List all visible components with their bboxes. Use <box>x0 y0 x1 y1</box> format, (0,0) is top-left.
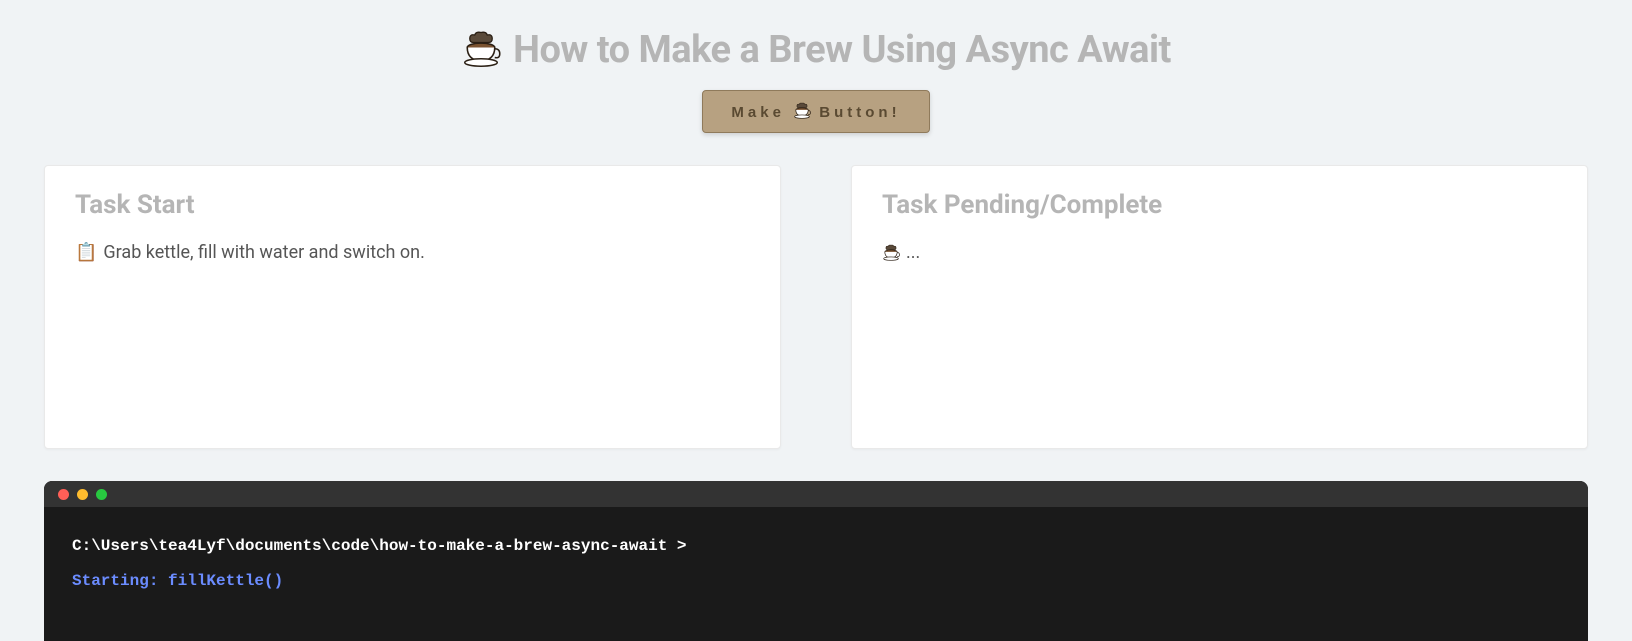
task-row: 📋 Grab kettle, fill with water and switc… <box>75 242 750 263</box>
coffee-icon <box>461 30 501 70</box>
terminal-window: C:\Users\tea4Lyf\documents\code\how-to-m… <box>44 481 1588 641</box>
clipboard-icon: 📋 <box>75 242 97 263</box>
task-text: ... <box>906 242 920 263</box>
page-header: How to Make a Brew Using Async Await Mak… <box>0 0 1632 133</box>
button-label-prefix: Make <box>731 104 785 121</box>
terminal-prompt: C:\Users\tea4Lyf\documents\code\how-to-m… <box>72 529 1560 564</box>
make-brew-button[interactable]: Make Button! <box>702 90 929 133</box>
minimize-icon[interactable] <box>77 489 88 500</box>
task-pending-panel[interactable]: Task Pending/Complete ... <box>851 165 1588 449</box>
panels-row: Task Start 📋 Grab kettle, fill with wate… <box>0 133 1632 449</box>
coffee-icon <box>882 244 900 262</box>
terminal-titlebar <box>44 481 1588 507</box>
panel-heading: Task Pending/Complete <box>882 190 1557 220</box>
task-text: Grab kettle, fill with water and switch … <box>103 242 424 263</box>
button-label-suffix: Button! <box>819 104 900 121</box>
title-row: How to Make a Brew Using Async Await <box>461 28 1171 72</box>
button-wrap: Make Button! <box>0 90 1632 133</box>
maximize-icon[interactable] <box>96 489 107 500</box>
coffee-icon <box>793 102 811 120</box>
close-icon[interactable] <box>58 489 69 500</box>
terminal-body[interactable]: C:\Users\tea4Lyf\documents\code\how-to-m… <box>44 507 1588 641</box>
task-row: ... <box>882 242 1557 263</box>
task-start-panel[interactable]: Task Start 📋 Grab kettle, fill with wate… <box>44 165 781 449</box>
panel-heading: Task Start <box>75 190 750 220</box>
page-title: How to Make a Brew Using Async Await <box>513 28 1171 72</box>
terminal-line: Starting: fillKettle() <box>72 564 1560 599</box>
